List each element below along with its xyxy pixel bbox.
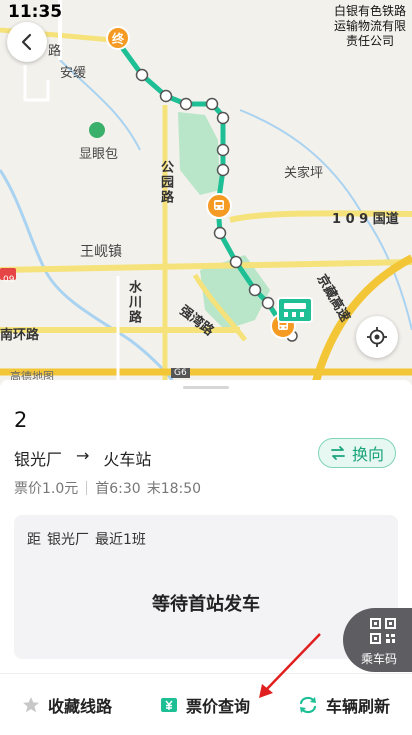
- arrival-status: 等待首站发车: [152, 594, 260, 615]
- swap-direction-button[interactable]: 换向: [318, 438, 396, 468]
- arrival-card: 距 银光厂 最近1班 等待首站发车: [14, 515, 398, 659]
- route-arrow: →: [76, 446, 90, 465]
- refresh-vehicles-label: 车辆刷新: [326, 696, 391, 716]
- map-label-anyuan: 安缓: [60, 66, 87, 81]
- refresh-vehicles-button[interactable]: 车辆刷新: [298, 674, 390, 735]
- swap-direction-label: 换向: [351, 445, 384, 464]
- back-button[interactable]: [7, 22, 47, 62]
- route-to: 火车站: [103, 450, 152, 469]
- arrival-card-title: 距 银光厂 最近1班: [27, 532, 146, 548]
- map-label-gongyuan-road: 公园路: [158, 160, 173, 205]
- ride-qr-code-label: 乘车码: [361, 652, 398, 666]
- fare-query-label: 票价查询: [186, 696, 251, 716]
- first-bus-time: 首6:30: [95, 481, 141, 497]
- qr-code-icon: [370, 618, 396, 644]
- locate-button[interactable]: [356, 316, 398, 358]
- back-arrow-icon: [21, 33, 32, 51]
- terminal-marker[interactable]: 终: [106, 26, 130, 50]
- map-label-g6: G6: [171, 368, 190, 378]
- line-detail-sheet: 2 银光厂 → 火车站 票价1.0元 首6:30 末18:50 换向 距 银光厂…: [0, 380, 412, 735]
- line-number: 2: [14, 408, 28, 432]
- highway-shield-label: 09: [3, 275, 15, 285]
- map-label-nanhuan-road: 南环路: [0, 328, 40, 343]
- swap-icon: [331, 446, 345, 460]
- route-from: 银光厂: [14, 450, 63, 469]
- map-view[interactable]: 09 终 安缓 路 显眼包 关家坪 1 0 9 国道 王岘镇 公园路 水川路 强…: [0, 0, 412, 385]
- map-label-guanjiaping: 关家坪: [284, 166, 324, 181]
- map-poi-label: 白银有色铁路 运输物流有限 责任公司: [333, 4, 406, 48]
- map-label-shuichuan-road: 水川路: [126, 280, 141, 325]
- divider: [86, 481, 88, 495]
- fare-price: 票价1.0元: [14, 481, 79, 497]
- bus-marker-icon[interactable]: [206, 193, 232, 219]
- terminal-marker-label: 终: [111, 31, 124, 46]
- last-bus-time: 末18:50: [146, 481, 202, 497]
- status-bar-time: 11:35: [8, 2, 63, 22]
- bottom-action-bar: 收藏线路 票价查询 车辆刷新: [0, 673, 412, 735]
- fare-icon: [161, 697, 177, 712]
- favorite-line-button[interactable]: 收藏线路: [22, 674, 112, 735]
- map-label-road: 路: [48, 44, 62, 59]
- favorite-line-label: 收藏线路: [48, 696, 113, 716]
- route-direction: 银光厂 → 火车站: [14, 446, 151, 470]
- fare-info: 票价1.0元 首6:30 末18:50: [14, 478, 201, 498]
- ride-qr-code-button[interactable]: 乘车码: [343, 608, 412, 672]
- map-label-highway-109: 1 0 9 国道: [332, 212, 399, 227]
- refresh-icon: [299, 696, 317, 713]
- map-label-wangxianzhen: 王岘镇: [80, 244, 122, 260]
- fare-query-button[interactable]: 票价查询: [160, 674, 250, 735]
- map-label-xianyanbao: 显眼包: [79, 147, 119, 162]
- sheet-grabber[interactable]: [183, 386, 229, 389]
- crosshair-icon: [367, 327, 387, 347]
- poi-icon[interactable]: [89, 122, 105, 138]
- bus-station-icon[interactable]: [277, 297, 313, 323]
- star-icon: [23, 696, 39, 712]
